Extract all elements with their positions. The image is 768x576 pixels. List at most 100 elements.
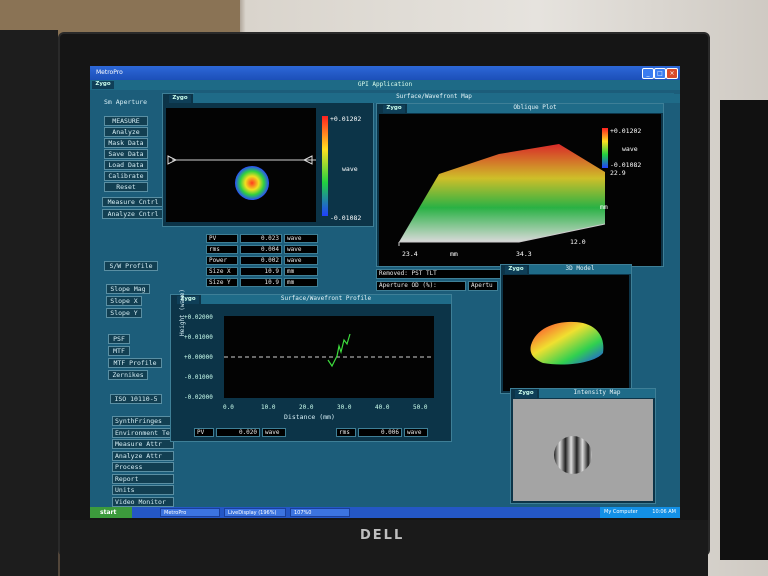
mtf-profile-button[interactable]: MTF Profile [108, 358, 162, 368]
profile-title: Surface/Wavefront Profile [201, 295, 451, 304]
profile-x-tick: 50.0 [413, 404, 428, 411]
stat-unit: wave [284, 245, 318, 254]
oblique-plot-view [379, 114, 661, 266]
right-monitor [720, 100, 768, 560]
app-header: Zygo GPI Application [90, 80, 680, 90]
removed-field: Removed: PST TLT [376, 269, 502, 279]
profile-pv-value: 0.020 [216, 428, 260, 437]
mtf-button[interactable]: MTF [108, 346, 130, 356]
stat-value: 0.004 [240, 245, 282, 254]
sidebar-button-calibrate[interactable]: Calibrate [104, 171, 148, 181]
stat-unit: wave [284, 234, 318, 243]
intensity-map-panel: Zygo Intensity Map [510, 388, 656, 504]
tray-my-computer[interactable]: My Computer [600, 509, 638, 515]
stat-label: Power [206, 256, 238, 265]
profile-x-tick: 10.0 [261, 404, 276, 411]
oblique-x-label: mm [450, 250, 458, 258]
sidebar-button-environment-te[interactable]: Environment Te [112, 427, 174, 438]
profile-pv-unit: wave [262, 428, 286, 437]
intensity-map-title: Intensity Map [539, 389, 655, 398]
slope-x-button[interactable]: Slope X [106, 296, 142, 306]
surface-scale-unit: wave [342, 165, 358, 173]
sw-profile-button[interactable]: S/W Profile [104, 261, 158, 271]
sidebar-button-synthfringes[interactable]: SynthFringes [112, 416, 174, 426]
stat-unit: mm [284, 278, 318, 287]
profile-y-tick: -0.02000 [184, 394, 213, 401]
iso-button[interactable]: ISO 10110-5 [110, 394, 162, 404]
profile-x-tick: 30.0 [337, 404, 352, 411]
profile-rms-label: rms [336, 428, 356, 437]
surface-map-image [167, 155, 316, 200]
sidebar-title: Sm Aperture [104, 98, 148, 106]
oblique-plot-title: Oblique Plot [407, 104, 663, 113]
sidebar-button-measure-attr[interactable]: Measure Attr [112, 439, 174, 449]
sidebar-button-analyze[interactable]: Analyze [104, 127, 148, 137]
profile-x-label: Distance (mm) [284, 413, 335, 421]
sidebar-button-report[interactable]: Report [112, 473, 174, 484]
start-label: start [100, 509, 117, 516]
system-tray: My Computer 10:06 AM [600, 507, 680, 518]
zernikes-button[interactable]: Zernikes [108, 370, 148, 380]
sidebar-button-video-monitor[interactable]: Video Monitor [112, 496, 174, 507]
wavefront-disk [235, 166, 269, 200]
stat-label: PV [206, 234, 238, 243]
sidebar-button-reset[interactable]: Reset [104, 182, 148, 192]
zygo-logo: Zygo [505, 266, 527, 274]
3d-model-panel: Zygo 3D Model [500, 264, 632, 394]
oblique-scale-max: +0.01202 [610, 127, 642, 135]
sidebar-button-measure[interactable]: MEASURE [104, 116, 148, 126]
analyze-cntrl-button[interactable]: Analyze Cntrl [102, 209, 164, 219]
profile-y-label: Height (wave) [179, 289, 186, 336]
minimize-button[interactable]: _ [642, 68, 654, 79]
aperture-partial-label: Apertu [468, 281, 498, 291]
stat-label: rms [206, 245, 238, 254]
oblique-y-axis-label: mm [600, 203, 608, 211]
3d-model-title: 3D Model [529, 265, 631, 274]
stat-label: Size Y [206, 278, 238, 287]
profile-x-tick: 0.0 [223, 404, 234, 411]
sidebar-button-mask-data[interactable]: Mask Data [104, 138, 148, 148]
sidebar-button-save-data[interactable]: Save Data [104, 149, 148, 159]
surface-scale-min: -0.01082 [330, 214, 362, 222]
intensity-map-view [513, 399, 653, 501]
measure-cntrl-button[interactable]: Measure Cntrl [102, 197, 164, 207]
profile-graph [224, 333, 434, 368]
task-metropro[interactable]: MetroPro [160, 508, 220, 517]
zygo-logo: Zygo [515, 390, 537, 398]
3d-model-view [503, 275, 629, 391]
profile-y-tick: +0.00000 [184, 354, 213, 361]
profile-rms-unit: wave [404, 428, 428, 437]
app-name: GPI Application [357, 81, 413, 88]
zygo-logo: Zygo [383, 105, 405, 113]
window-title: MetroPro [96, 69, 123, 76]
sidebar-button-load-data[interactable]: Load Data [104, 160, 148, 170]
zygo-logo: Zygo [169, 95, 191, 103]
sidebar-button-units[interactable]: Units [112, 485, 174, 495]
sidebar-button-analyze-attr[interactable]: Analyze Attr [112, 450, 174, 461]
interference-fringes [554, 436, 592, 474]
slope-mag-button[interactable]: Slope Mag [106, 284, 150, 294]
stat-value: 0.002 [240, 256, 282, 265]
psf-button[interactable]: PSF [108, 334, 130, 344]
profile-y-tick: +0.01000 [184, 334, 213, 341]
stat-value: 10.9 [240, 278, 282, 287]
profile-x-tick: 20.0 [299, 404, 314, 411]
aperture-label: Aperture OD (%): [376, 281, 466, 291]
task-livedisplay[interactable]: LiveDisplay (196%) [224, 508, 286, 517]
left-monitor [0, 30, 58, 576]
profile-pv-label: PV [194, 428, 214, 437]
sidebar-button-process[interactable]: Process [112, 462, 174, 472]
slope-y-button[interactable]: Slope Y [106, 308, 142, 318]
task-107[interactable]: 107%0 [290, 508, 350, 517]
3d-model-graphic [530, 321, 604, 365]
screen: MetroPro _ □ × Zygo GPI Application Sm A… [90, 66, 680, 518]
stat-unit: wave [284, 256, 318, 265]
surface-map-view [166, 108, 316, 222]
dell-logo: DELL [360, 528, 405, 543]
profile-x-tick: 40.0 [375, 404, 390, 411]
close-button[interactable]: × [666, 68, 678, 79]
window-titlebar: MetroPro _ □ × [90, 66, 680, 80]
start-button[interactable]: start [90, 507, 132, 518]
maximize-button[interactable]: □ [654, 68, 666, 79]
oblique-surface-graphic [398, 144, 606, 246]
